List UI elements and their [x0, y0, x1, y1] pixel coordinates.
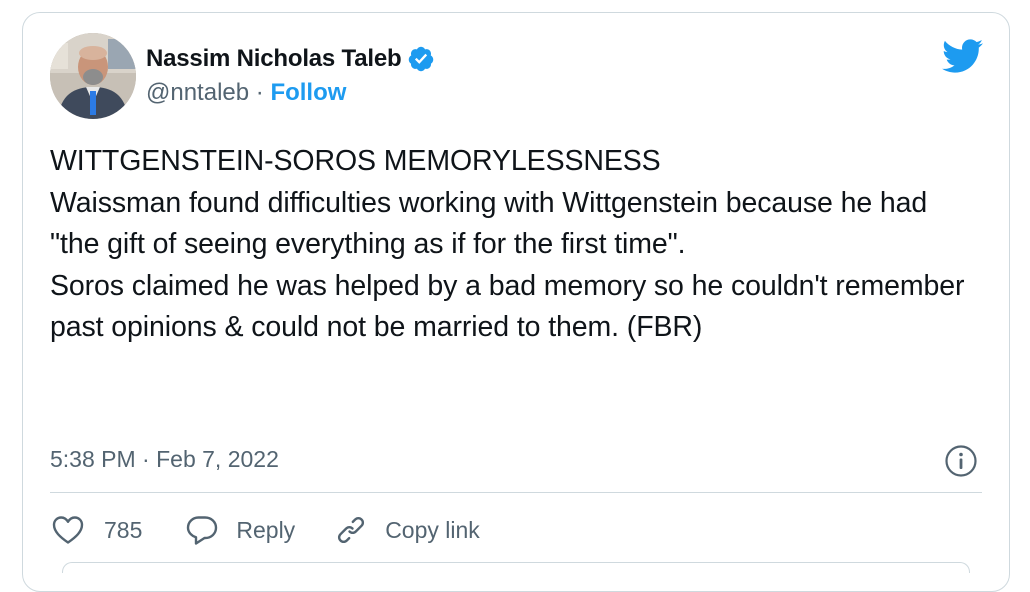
- tweet-date[interactable]: Feb 7, 2022: [156, 446, 279, 472]
- like-button[interactable]: 785: [50, 512, 142, 548]
- read-replies-button[interactable]: [62, 562, 970, 573]
- reply-button[interactable]: Reply: [184, 512, 295, 548]
- action-bar: 785 Reply Copy link: [50, 510, 480, 550]
- tweet-timestamp[interactable]: 5:38 PM · Feb 7, 2022: [50, 446, 279, 473]
- follow-button[interactable]: Follow: [270, 79, 346, 106]
- twitter-bird-icon[interactable]: [940, 38, 984, 74]
- link-icon: [333, 512, 369, 548]
- tweet-text: WITTGENSTEIN-SOROS MEMORYLESSNESS Waissm…: [50, 145, 965, 343]
- reply-bubble-icon: [184, 512, 220, 548]
- author-display-name[interactable]: Nassim Nicholas Taleb: [146, 45, 402, 73]
- info-icon[interactable]: [944, 444, 978, 478]
- heart-icon: [50, 512, 86, 548]
- avatar[interactable]: [50, 33, 136, 119]
- copy-link-label: Copy link: [385, 516, 480, 543]
- avatar-photo: [50, 33, 136, 119]
- reply-label: Reply: [236, 516, 296, 543]
- like-count: 785: [104, 516, 143, 543]
- copy-link-button[interactable]: Copy link: [333, 512, 480, 548]
- timestamp-separator: ·: [135, 446, 157, 472]
- verified-badge-icon: [407, 45, 435, 73]
- author-handle-line: @nntaleb · Follow: [146, 79, 346, 107]
- author-name-line: Nassim Nicholas Taleb: [146, 45, 435, 73]
- handle-separator: ·: [249, 79, 271, 106]
- tweet-time[interactable]: 5:38 PM: [50, 446, 136, 472]
- author-handle[interactable]: @nntaleb: [146, 79, 249, 106]
- divider: [50, 492, 982, 493]
